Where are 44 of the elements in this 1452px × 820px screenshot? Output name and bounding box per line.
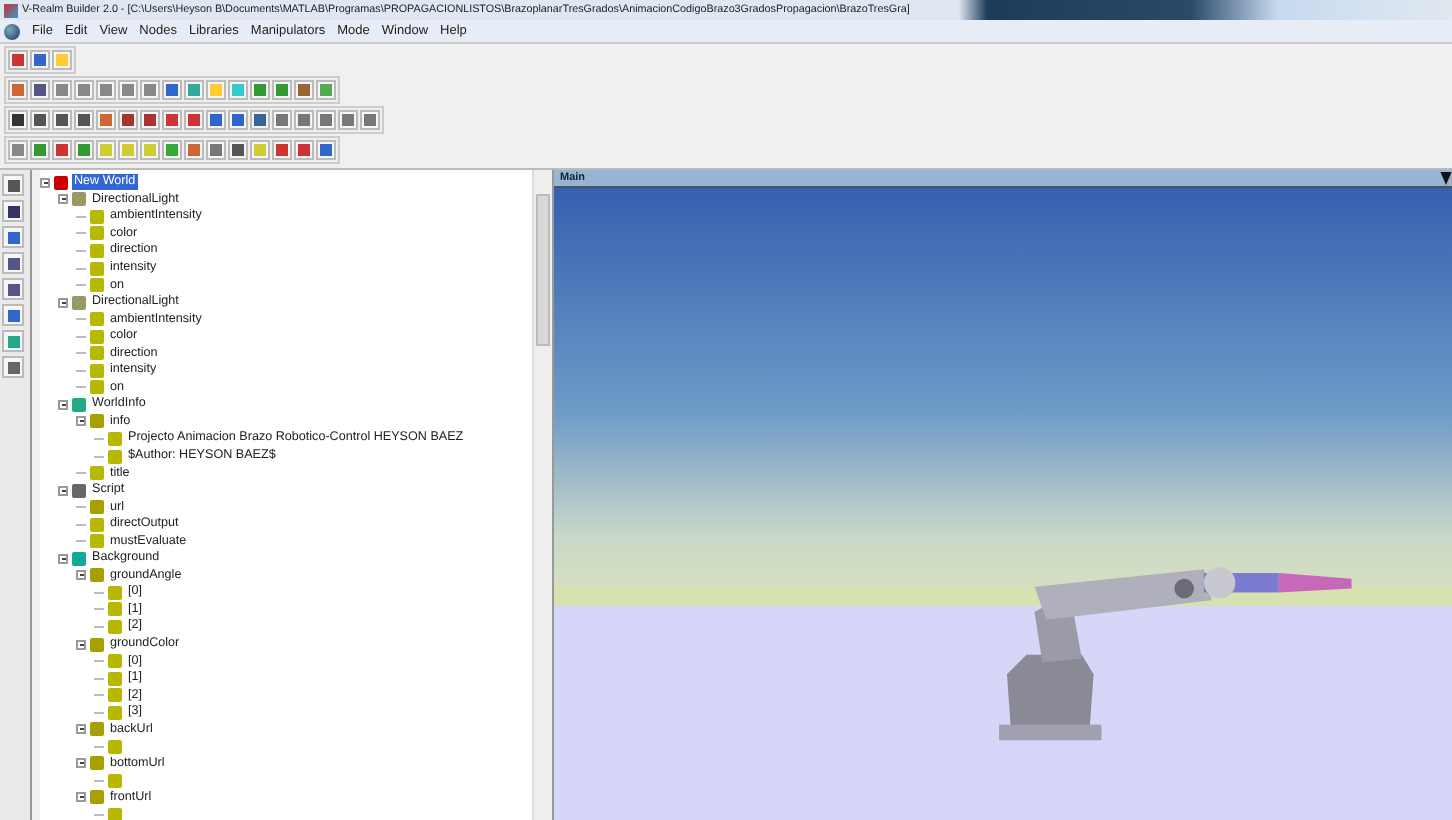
toolbar-button[interactable] bbox=[2, 252, 24, 274]
collapse-toggle[interactable] bbox=[76, 639, 86, 650]
node-icon bbox=[108, 449, 122, 464]
collapse-toggle[interactable] bbox=[76, 758, 86, 769]
collapse-toggle[interactable] bbox=[76, 724, 86, 735]
node-icon bbox=[90, 414, 104, 429]
node-icon[interactable] bbox=[108, 739, 122, 754]
node-icon bbox=[90, 466, 104, 481]
collapse-toggle[interactable] bbox=[76, 416, 86, 427]
node-icon bbox=[90, 756, 104, 771]
toolbar-button[interactable] bbox=[2, 278, 24, 300]
collapse-toggle[interactable] bbox=[76, 570, 86, 581]
collapse-toggle[interactable] bbox=[58, 399, 68, 410]
node-icon bbox=[72, 483, 86, 498]
collapse-toggle[interactable] bbox=[58, 297, 68, 308]
node-icon[interactable] bbox=[108, 773, 122, 788]
node-icon bbox=[90, 261, 104, 275]
toolbar-button[interactable] bbox=[2, 226, 24, 248]
collapse-toggle[interactable] bbox=[58, 194, 68, 205]
scroll-thumb[interactable] bbox=[536, 194, 550, 346]
toolbar-button[interactable] bbox=[2, 304, 24, 326]
toolbar-button[interactable] bbox=[2, 356, 24, 378]
node-icon bbox=[90, 790, 104, 805]
toolbar-button[interactable] bbox=[2, 200, 24, 222]
node-icon bbox=[72, 295, 86, 310]
collapse-toggle[interactable] bbox=[58, 485, 68, 496]
node-icon bbox=[72, 397, 86, 412]
node-icon bbox=[90, 722, 104, 737]
collapse-toggle[interactable] bbox=[58, 553, 68, 564]
node-icon[interactable] bbox=[108, 808, 122, 820]
node-icon bbox=[72, 192, 86, 207]
world-icon bbox=[54, 175, 68, 190]
node-icon bbox=[72, 551, 86, 566]
dropdown-icon[interactable] bbox=[1440, 171, 1452, 185]
node-icon bbox=[108, 431, 122, 446]
node-icon bbox=[90, 278, 104, 293]
app-icon bbox=[4, 3, 18, 17]
node-icon bbox=[90, 568, 104, 583]
scrollbar[interactable] bbox=[532, 170, 552, 820]
node-icon bbox=[90, 637, 104, 652]
globe-icon bbox=[4, 23, 20, 39]
collapse-toggle[interactable] bbox=[40, 177, 50, 188]
toolbar-button[interactable] bbox=[2, 174, 24, 196]
collapse-toggle[interactable] bbox=[76, 792, 86, 803]
